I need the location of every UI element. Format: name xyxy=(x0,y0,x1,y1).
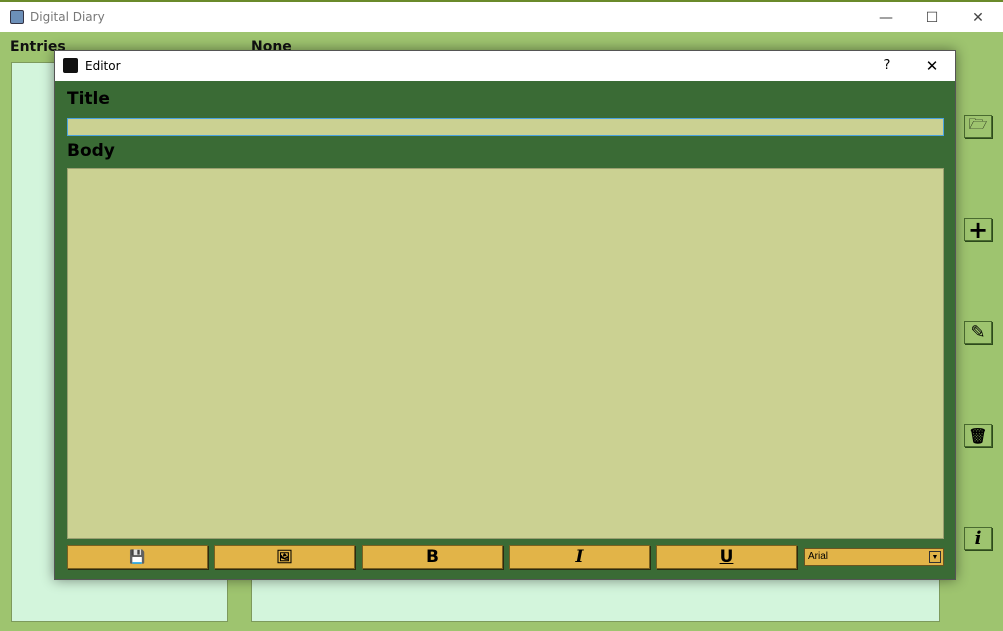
body-label: Body xyxy=(67,141,115,161)
app-icon xyxy=(10,10,24,24)
title-label: Title xyxy=(67,89,110,109)
save-button[interactable]: 💾 xyxy=(67,545,208,569)
window-titlebar: Digital Diary — ☐ ✕ xyxy=(0,0,1003,32)
chevron-down-icon[interactable]: ▼ xyxy=(929,551,941,563)
info-icon: i xyxy=(974,528,982,549)
editor-titlebar: Editor ? ✕ xyxy=(55,51,955,81)
maximize-button[interactable]: ☐ xyxy=(912,6,952,30)
italic-button[interactable]: I xyxy=(509,545,650,569)
underline-button[interactable]: U xyxy=(656,545,797,569)
info-button[interactable]: i xyxy=(964,527,992,550)
editor-title: Editor xyxy=(85,59,121,73)
body-textarea[interactable] xyxy=(67,168,944,539)
help-button[interactable]: ? xyxy=(867,54,907,78)
window-title: Digital Diary xyxy=(30,10,105,24)
open-button[interactable]: 🗁 xyxy=(964,115,992,138)
editor-dialog: Editor ? ✕ Title Body 💾 🖼 B I U Arial ▼ xyxy=(54,50,956,580)
save-icon: 💾 xyxy=(129,549,146,565)
insert-image-button[interactable]: 🖼 xyxy=(214,545,355,569)
trash-icon: 🗑 xyxy=(968,426,988,445)
close-button[interactable]: ✕ xyxy=(958,6,998,30)
font-select[interactable]: Arial ▼ xyxy=(804,548,944,566)
title-input[interactable] xyxy=(67,118,944,136)
add-button[interactable]: + xyxy=(964,215,992,244)
font-select-value: Arial xyxy=(808,551,829,562)
image-icon: 🖼 xyxy=(276,549,293,565)
edit-button[interactable]: ✎ xyxy=(964,321,992,344)
minimize-button[interactable]: — xyxy=(866,6,906,30)
plus-icon: + xyxy=(967,215,989,244)
edit-icon xyxy=(63,58,78,73)
bold-button[interactable]: B xyxy=(362,545,503,569)
delete-button[interactable]: 🗑 xyxy=(964,424,992,447)
editor-close-button[interactable]: ✕ xyxy=(912,54,952,78)
folder-open-icon: 🗁 xyxy=(968,115,988,133)
edit-icon: ✎ xyxy=(970,322,986,343)
